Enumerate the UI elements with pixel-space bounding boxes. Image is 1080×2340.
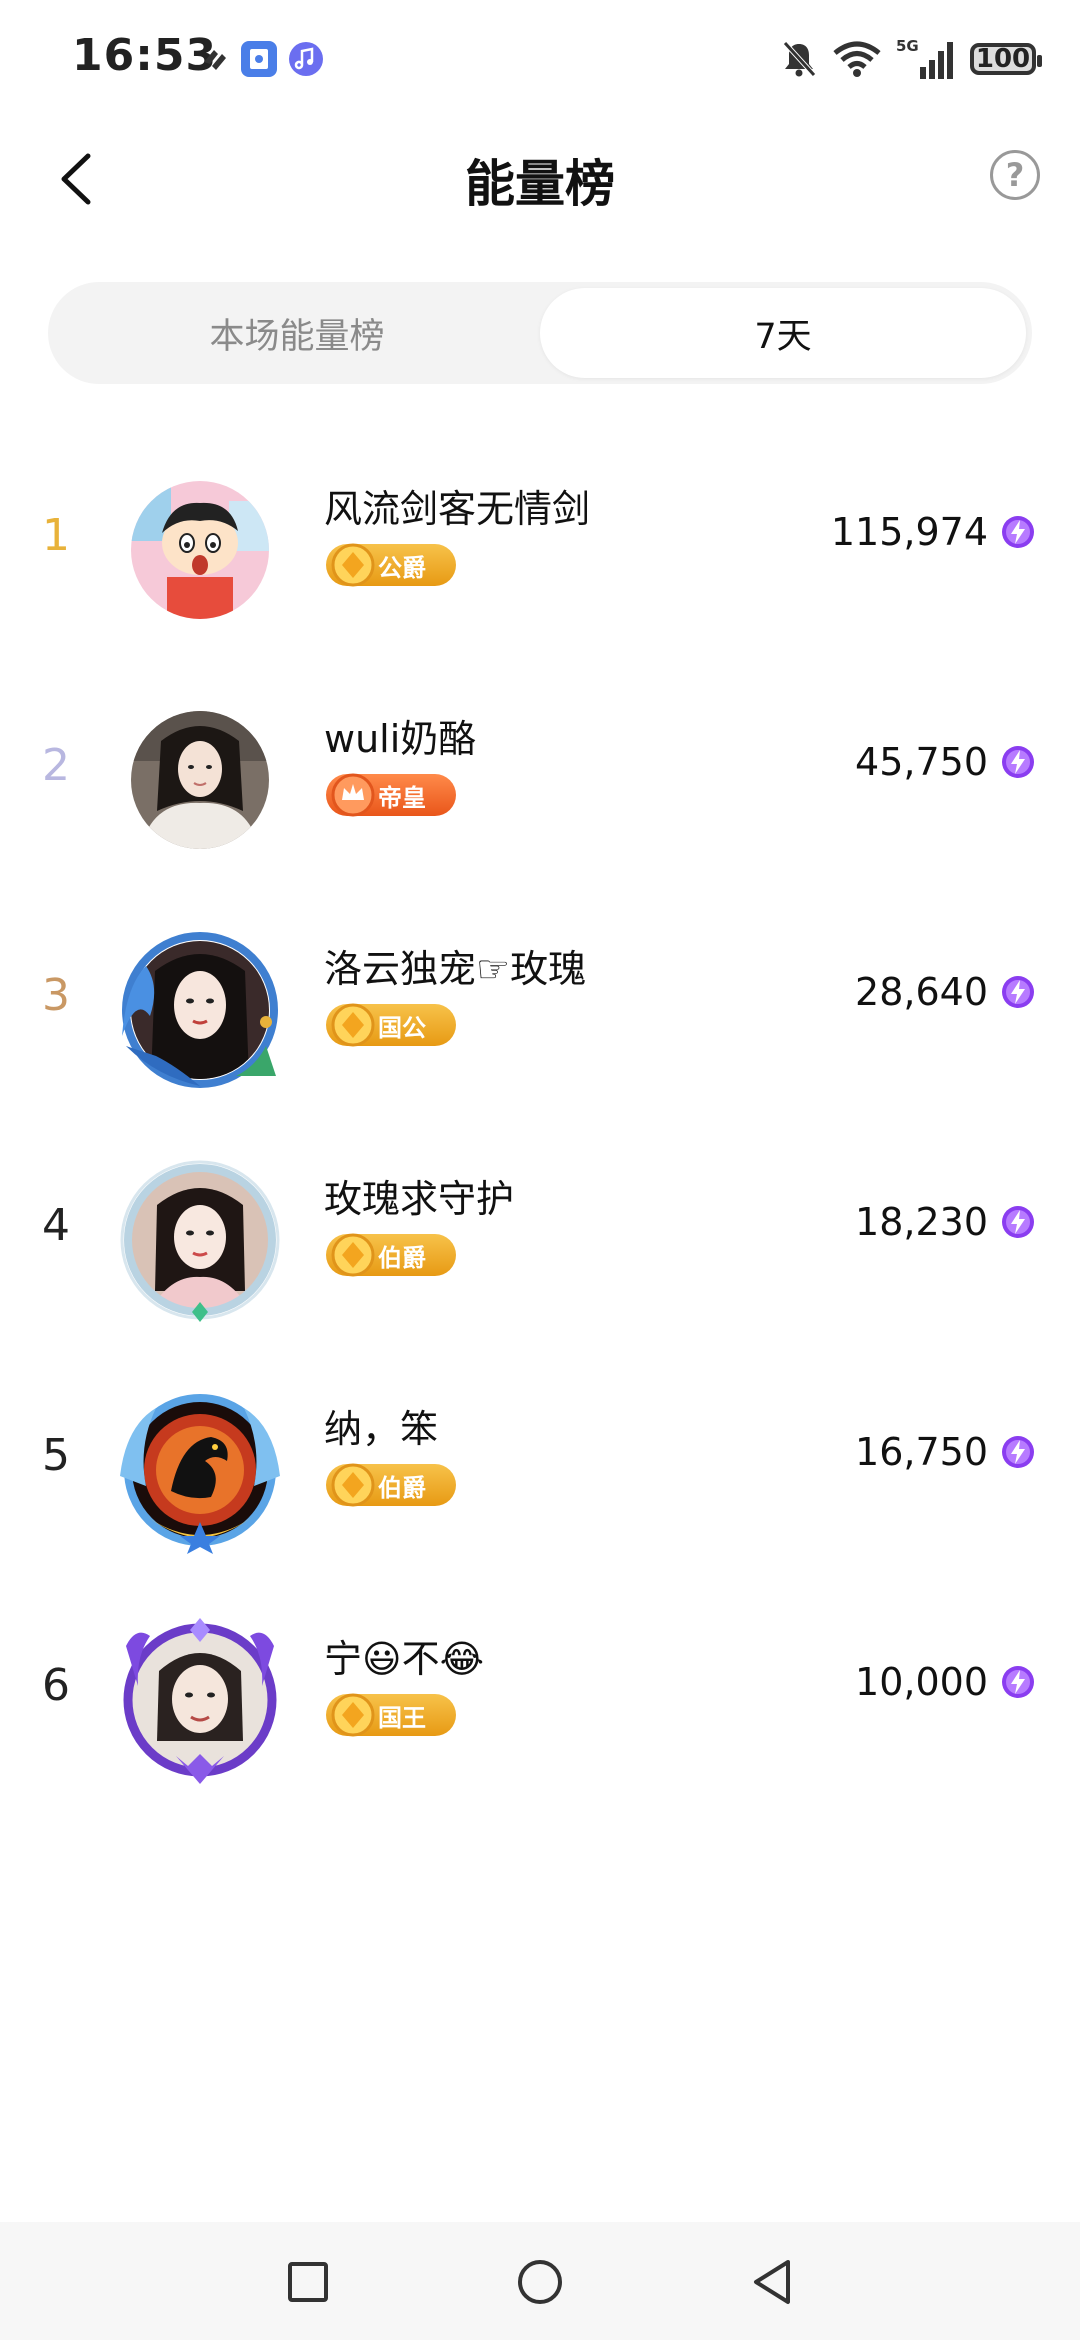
help-icon: ? bbox=[1005, 156, 1025, 194]
noble-badge: 国公 bbox=[326, 1003, 456, 1047]
energy-bolt-icon bbox=[1002, 1436, 1034, 1468]
home-icon[interactable] bbox=[512, 2254, 568, 2310]
user-name: 玫瑰求守护 bbox=[324, 1177, 515, 1221]
ranking-row[interactable]: 2 wuli奶酪 帝皇 45,750 bbox=[0, 660, 1080, 890]
diamond-badge-icon bbox=[331, 1463, 375, 1507]
avatar[interactable] bbox=[116, 1156, 284, 1324]
badge-label: 帝皇 bbox=[378, 783, 426, 812]
energy-bolt-icon bbox=[1002, 746, 1034, 778]
noble-badge: 伯爵 bbox=[326, 1463, 456, 1507]
battery-indicator: 100 bbox=[970, 43, 1042, 75]
score-value: 16,750 bbox=[855, 1430, 988, 1474]
header: 能量榜 ? bbox=[0, 120, 1080, 240]
avatar[interactable] bbox=[116, 466, 284, 634]
help-button[interactable]: ? bbox=[990, 150, 1040, 200]
badge-label: 公爵 bbox=[378, 553, 426, 582]
energy-bolt-icon bbox=[1002, 516, 1034, 548]
rank-number: 5 bbox=[42, 1430, 70, 1481]
noble-badge: 伯爵 bbox=[326, 1233, 456, 1277]
user-name: 风流剑客无情剑 bbox=[324, 487, 591, 531]
user-name: 洛云独宠☞玫瑰 bbox=[324, 947, 587, 991]
energy-bolt-icon bbox=[1002, 976, 1034, 1008]
noble-badge: 公爵 bbox=[326, 543, 456, 587]
recent-apps-icon[interactable] bbox=[280, 2254, 336, 2310]
ranking-list: 1 风流剑客无情剑 公爵 115,974 2 wuli奶酪 帝皇 45,750 … bbox=[0, 430, 1080, 1810]
purple-horned-avatar-frame bbox=[123, 1618, 277, 1784]
diamond-badge-icon bbox=[331, 1693, 375, 1737]
tab-7-days[interactable]: 7天 bbox=[540, 288, 1026, 378]
score: 115,974 bbox=[831, 510, 1036, 554]
score: 10,000 bbox=[855, 1660, 1036, 1704]
battery-level: 100 bbox=[975, 44, 1031, 74]
svg-text:5G: 5G bbox=[896, 37, 919, 55]
app-notification-icon bbox=[204, 50, 226, 70]
avatar-image bbox=[131, 711, 269, 849]
avatar[interactable] bbox=[116, 1386, 284, 1554]
status-right-icons: 5G 100 bbox=[780, 34, 1042, 84]
wave-avatar-frame bbox=[122, 932, 278, 1088]
avatar[interactable] bbox=[116, 1616, 284, 1784]
status-left-icons bbox=[200, 34, 324, 84]
score: 16,750 bbox=[855, 1430, 1036, 1474]
score-value: 115,974 bbox=[830, 510, 988, 554]
energy-bolt-icon bbox=[1002, 1666, 1034, 1698]
user-name: 纳，笨 bbox=[324, 1407, 439, 1451]
energy-bolt-icon bbox=[1002, 1206, 1034, 1238]
diamond-badge-icon bbox=[331, 1003, 375, 1047]
system-nav-bar bbox=[0, 2222, 1080, 2340]
score: 18,230 bbox=[855, 1200, 1036, 1244]
diamond-badge-icon bbox=[331, 543, 375, 587]
mute-bell-icon bbox=[783, 41, 816, 77]
wifi-icon bbox=[833, 41, 881, 77]
badge-label: 国公 bbox=[378, 1013, 426, 1042]
rank-number: 4 bbox=[42, 1200, 70, 1251]
score: 28,640 bbox=[855, 970, 1036, 1014]
calendar-app-icon bbox=[241, 41, 277, 77]
signal-5g-icon: 5G bbox=[896, 37, 953, 79]
diamond-badge-icon bbox=[331, 1233, 375, 1277]
user-name: 宁😃不😂 bbox=[324, 1637, 485, 1681]
avatar-image bbox=[131, 481, 269, 619]
noble-badge: 国王 bbox=[326, 1693, 456, 1737]
score-value: 45,750 bbox=[855, 740, 988, 784]
ranking-row[interactable]: 5 纳，笨 伯爵 16,750 bbox=[0, 1350, 1080, 1580]
crown-badge-icon bbox=[331, 773, 375, 817]
avatar[interactable] bbox=[116, 926, 284, 1094]
rank-number: 3 bbox=[42, 970, 70, 1021]
tab-session-energy[interactable]: 本场能量榜 bbox=[54, 288, 540, 378]
music-app-icon bbox=[289, 42, 323, 76]
rank-number: 6 bbox=[42, 1660, 70, 1711]
user-name: wuli奶酪 bbox=[324, 717, 477, 761]
ranking-row[interactable]: 4 玫瑰求守护 伯爵 18,230 bbox=[0, 1120, 1080, 1350]
rank-number: 2 bbox=[42, 740, 70, 791]
avatar[interactable] bbox=[116, 696, 284, 864]
score: 45,750 bbox=[855, 740, 1036, 784]
score-value: 18,230 bbox=[855, 1200, 988, 1244]
badge-label: 伯爵 bbox=[378, 1243, 426, 1272]
noble-badge: 帝皇 bbox=[326, 773, 456, 817]
back-triangle-icon[interactable] bbox=[744, 2254, 800, 2310]
page-title: 能量榜 bbox=[465, 155, 615, 213]
score-value: 10,000 bbox=[855, 1660, 988, 1704]
silver-avatar-frame bbox=[120, 1160, 280, 1322]
ranking-row[interactable]: 1 风流剑客无情剑 公爵 115,974 bbox=[0, 430, 1080, 660]
status-time: 16:53 bbox=[72, 30, 218, 81]
ranking-tabs: 本场能量榜 7天 bbox=[48, 282, 1032, 384]
badge-label: 伯爵 bbox=[378, 1473, 426, 1502]
ranking-row[interactable]: 3 洛云独宠☞玫瑰 国公 28,640 bbox=[0, 890, 1080, 1120]
rank-number: 1 bbox=[42, 510, 70, 561]
score-value: 28,640 bbox=[855, 970, 988, 1014]
winged-avatar-frame bbox=[120, 1394, 280, 1554]
ranking-row[interactable]: 6 宁😃不😂 国王 10,000 bbox=[0, 1580, 1080, 1810]
status-bar: 16:53 5G 100 bbox=[0, 0, 1080, 120]
badge-label: 国王 bbox=[378, 1703, 426, 1732]
